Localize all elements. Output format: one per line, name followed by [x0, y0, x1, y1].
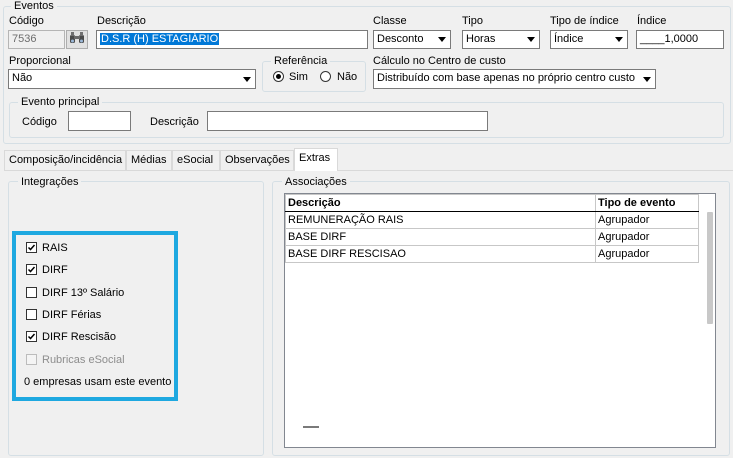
referencia-nao-radio[interactable] [320, 71, 331, 82]
descricao-value: D.S.R (H) ESTAGIÁRIO [100, 33, 220, 45]
calculo-label: Cálculo no Centro de custo [373, 55, 506, 67]
classe-value: Desconto [377, 33, 424, 45]
referencia-sim-radio[interactable] [273, 71, 284, 82]
descricao-field[interactable]: D.S.R (H) ESTAGIÁRIO [96, 30, 368, 49]
referencia-sim-label[interactable]: Sim [289, 71, 308, 83]
dirf-ferias-label[interactable]: DIRF Férias [42, 309, 101, 321]
codigo-label: Código [9, 15, 44, 27]
chevron-down-icon [238, 70, 255, 88]
eventos-legend: Eventos [11, 0, 57, 12]
tab-esocial[interactable]: eSocial [172, 150, 220, 170]
table-header-row: Descrição Tipo de evento [285, 194, 699, 212]
check-icon [27, 244, 36, 251]
classe-select[interactable]: Desconto [373, 30, 451, 49]
check-icon [27, 333, 36, 340]
ep-codigo-label: Código [22, 116, 57, 128]
rubricas-esocial-checkbox [26, 354, 37, 365]
chevron-down-icon [433, 31, 450, 48]
tipo-label: Tipo [462, 15, 483, 27]
chevron-down-icon [638, 70, 655, 88]
table-cell: BASE DIRF [285, 228, 596, 246]
evento-principal-legend: Evento principal [18, 96, 103, 108]
tab-composicao[interactable]: Composição/incidência [4, 150, 126, 170]
indice-label: Índice [637, 15, 667, 27]
dirf-rescisao-checkbox[interactable] [26, 331, 37, 342]
ep-descricao-field[interactable] [207, 111, 488, 131]
tipo-select[interactable]: Horas [462, 30, 540, 49]
calculo-select[interactable]: Distribuído com base apenas no próprio c… [373, 69, 656, 89]
search-button[interactable] [66, 30, 88, 49]
rais-label[interactable]: RAIS [42, 242, 68, 254]
table-row[interactable]: BASE DIRF RESCISAO Agrupador [285, 245, 699, 263]
dirf-13-checkbox[interactable] [26, 287, 37, 298]
column-header-descricao[interactable]: Descrição [285, 194, 596, 212]
dirf-rescisao-label[interactable]: DIRF Rescisão [42, 331, 116, 343]
tipo-indice-label: Tipo de índice [550, 15, 619, 27]
ep-descricao-label: Descrição [150, 116, 199, 128]
table-row[interactable]: BASE DIRF Agrupador [285, 228, 699, 246]
binoculars-icon [69, 32, 85, 47]
table-cell: REMUNERAÇÃO RAIS [285, 211, 596, 229]
chevron-down-icon [522, 31, 539, 48]
associacoes-grid[interactable]: Descrição Tipo de evento REMUNERAÇÃO RAI… [284, 193, 716, 448]
tipo-value: Horas [466, 33, 496, 45]
table-cell: Agrupador [595, 228, 699, 246]
dirf-checkbox[interactable] [26, 264, 37, 275]
rais-checkbox[interactable] [26, 242, 37, 253]
tab-extras[interactable]: Extras [294, 148, 338, 171]
referencia-legend: Referência [271, 55, 331, 67]
dirf-13-label[interactable]: DIRF 13º Salário [42, 287, 124, 299]
referencia-nao-label[interactable]: Não [337, 71, 357, 83]
descricao-label: Descrição [97, 15, 146, 27]
tab-observacoes[interactable]: Observações [220, 150, 294, 170]
horizontal-scrollbar[interactable] [303, 426, 319, 428]
proporcional-value: Não [12, 72, 33, 84]
indice-field[interactable]: ____1,0000 [636, 30, 724, 49]
integracoes-legend: Integrações [18, 176, 82, 188]
tipo-indice-select[interactable]: Índice [550, 30, 628, 49]
calculo-value: Distribuído com base apenas no próprio c… [377, 72, 636, 84]
dirf-ferias-checkbox[interactable] [26, 309, 37, 320]
table-cell: BASE DIRF RESCISAO [285, 245, 596, 263]
empresas-usage-text: 0 empresas usam este evento [24, 376, 172, 388]
tab-medias[interactable]: Médias [126, 150, 172, 170]
table-row[interactable]: REMUNERAÇÃO RAIS Agrupador [285, 211, 699, 229]
classe-label: Classe [373, 15, 407, 27]
table-cell: Agrupador [595, 211, 699, 229]
vertical-scrollbar[interactable] [707, 212, 713, 324]
check-icon [27, 266, 36, 273]
proporcional-label: Proporcional [9, 55, 71, 67]
codigo-field[interactable]: 7536 [8, 30, 65, 49]
column-header-tipo-evento[interactable]: Tipo de evento [595, 194, 699, 212]
table-cell: Agrupador [595, 245, 699, 263]
ep-codigo-field[interactable] [68, 111, 131, 131]
proporcional-select[interactable]: Não [8, 69, 256, 89]
rubricas-esocial-label: Rubricas eSocial [42, 354, 125, 366]
associacoes-legend: Associações [282, 176, 350, 188]
dirf-label[interactable]: DIRF [42, 264, 68, 276]
associacoes-table: Descrição Tipo de evento REMUNERAÇÃO RAI… [285, 194, 699, 263]
tipo-indice-value: Índice [554, 33, 584, 45]
chevron-down-icon [610, 31, 627, 48]
